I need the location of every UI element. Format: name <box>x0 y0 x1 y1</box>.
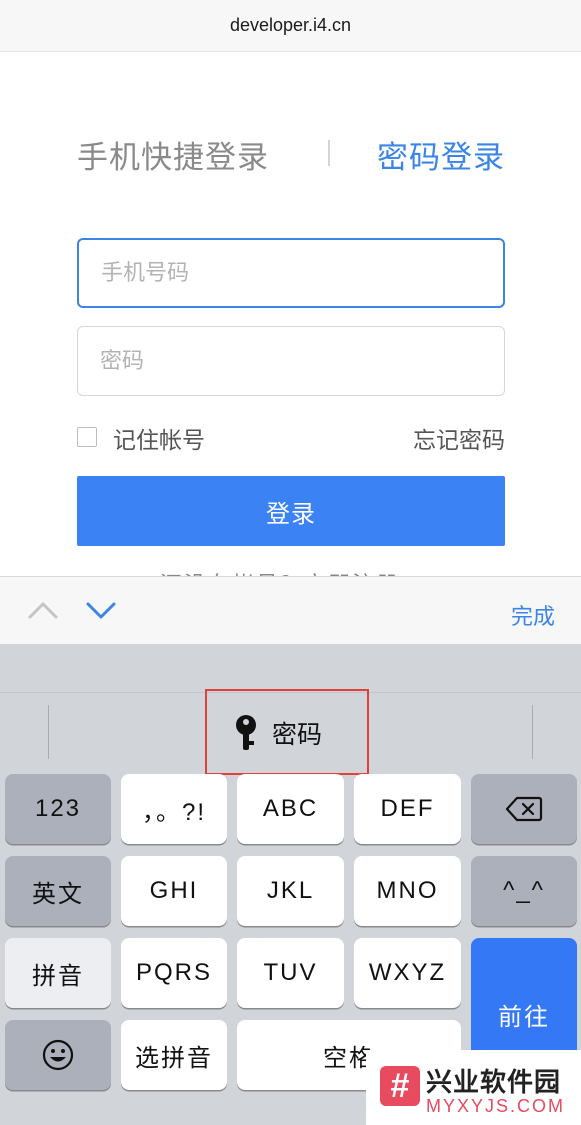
key-123[interactable]: 123 <box>5 774 111 844</box>
password-input[interactable] <box>100 348 504 374</box>
register-text[interactable]: 还没有帐号？立即注册 <box>160 567 400 576</box>
forgot-password-link[interactable]: 忘记密码 <box>413 421 505 455</box>
key-tuv[interactable]: TUV <box>237 938 344 1008</box>
remember-checkbox[interactable] <box>77 427 97 447</box>
watermark-logo: # <box>380 1066 420 1106</box>
remember-label[interactable]: 记住帐号 <box>113 421 205 455</box>
password-field[interactable] <box>77 326 505 396</box>
key-punctuation[interactable]: ，。?! <box>121 774 227 844</box>
suggestion-divider <box>48 705 49 759</box>
key-def[interactable]: DEF <box>354 774 461 844</box>
key-pinyin[interactable]: 拼音 <box>5 938 111 1008</box>
login-options: 记住帐号 忘记密码 <box>77 418 505 458</box>
keyboard-accessory-bar: 完成 <box>0 576 581 644</box>
backspace-icon <box>505 796 543 822</box>
login-page: 手机快捷登录 密码登录 记住帐号 忘记密码 登录 还没有帐号？立即注册 <box>0 52 581 576</box>
suggestion-divider <box>532 705 533 759</box>
key-english[interactable]: 英文 <box>5 856 111 926</box>
delete-key[interactable] <box>471 774 577 844</box>
key-wxyz[interactable]: WXYZ <box>354 938 461 1008</box>
watermark-subtitle: MYXYJS.COM <box>426 1096 566 1116</box>
password-autofill-suggestion[interactable]: 密码 <box>232 714 322 752</box>
phone-input[interactable] <box>101 260 503 286</box>
address-bar[interactable]: developer.i4.cn <box>0 0 581 52</box>
tab-divider <box>328 140 330 166</box>
key-emoticon[interactable]: ^_^ <box>471 856 577 926</box>
done-button[interactable]: 完成 <box>511 599 555 631</box>
key-pqrs[interactable]: PQRS <box>121 938 227 1008</box>
key-select-pinyin[interactable]: 选拼音 <box>121 1020 227 1090</box>
phone-field[interactable] <box>77 238 505 308</box>
watermark-title: 兴业软件园 <box>426 1068 562 1098</box>
chevron-down-icon[interactable] <box>84 597 118 623</box>
chevron-up-icon[interactable] <box>26 597 60 623</box>
emoji-key[interactable] <box>5 1020 111 1090</box>
tab-quick-login[interactable]: 手机快捷登录 <box>77 132 269 177</box>
login-tabs: 手机快捷登录 密码登录 <box>0 132 581 176</box>
key-ghi[interactable]: GHI <box>121 856 227 926</box>
key-icon <box>236 715 256 750</box>
url-text: developer.i4.cn <box>229 15 352 35</box>
login-button[interactable]: 登录 <box>77 476 505 546</box>
key-jkl[interactable]: JKL <box>237 856 344 926</box>
watermark: # 兴业软件园 MYXYJS.COM <box>366 1050 581 1125</box>
suggestion-label: 密码 <box>272 720 323 749</box>
key-abc[interactable]: ABC <box>237 774 344 844</box>
smiley-icon <box>42 1039 74 1071</box>
tab-password-login[interactable]: 密码登录 <box>377 132 505 177</box>
key-mno[interactable]: MNO <box>354 856 461 926</box>
